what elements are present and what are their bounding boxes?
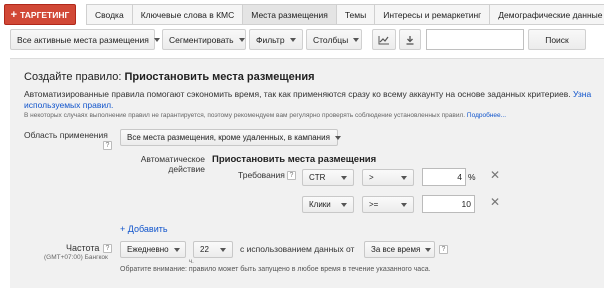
condition-1-operator-dropdown[interactable]: >: [362, 169, 414, 186]
rule-description: Автоматизированные правила помогают сэко…: [24, 89, 604, 111]
search-button[interactable]: Поиск: [528, 29, 586, 50]
learn-more-link[interactable]: Узна: [573, 89, 591, 99]
data-range-dropdown[interactable]: За все время: [364, 241, 435, 258]
action-label-line1: Автоматическое: [140, 154, 205, 164]
download-icon: [406, 35, 414, 45]
chevron-down-icon: [401, 175, 407, 180]
help-icon[interactable]: ?: [287, 171, 296, 180]
data-range-label: с использованием данных от: [240, 244, 355, 254]
condition-1-metric: CTR: [309, 173, 326, 182]
chevron-down-icon: [173, 247, 180, 252]
segment-dropdown[interactable]: Сегментировать: [162, 29, 246, 50]
chevron-down-icon: [289, 37, 296, 42]
chevron-down-icon: [220, 247, 226, 252]
condition-2-value-input[interactable]: 10: [422, 195, 475, 213]
frequency-value: Ежедневно: [127, 245, 169, 254]
remove-condition-1-icon[interactable]: ✕: [490, 168, 500, 182]
filter-label: Фильтр: [256, 34, 285, 45]
tab-bar: Сводка Ключевые слова в КМС Места размещ…: [86, 4, 604, 25]
chevron-down-icon: [334, 135, 341, 140]
targeting-button[interactable]: + ТАРГЕТИНГ: [4, 4, 76, 25]
rule-title: Создайте правило: Приостановить места ра…: [24, 71, 315, 83]
scope-dropdown[interactable]: Все места размещения, кроме удаленных, в…: [120, 129, 341, 146]
plus-icon: +: [10, 8, 18, 21]
frequency-note: Обратите внимание: правило может быть за…: [120, 266, 431, 273]
condition-1-operator: >: [369, 173, 374, 182]
filter-dropdown[interactable]: Фильтр: [249, 29, 303, 50]
tab-keywords-kms[interactable]: Ключевые слова в КМС: [132, 4, 244, 25]
columns-label: Столбцы: [313, 34, 349, 45]
hour-dropdown[interactable]: 22: [193, 241, 233, 258]
data-range-value: За все время: [371, 245, 421, 254]
chevron-down-icon: [341, 202, 347, 207]
segment-label: Сегментировать: [169, 34, 234, 45]
tab-demographics[interactable]: Демографические данные: [490, 4, 604, 25]
frequency-dropdown[interactable]: Ежедневно: [120, 241, 186, 258]
columns-dropdown[interactable]: Столбцы: [306, 29, 362, 50]
frequency-label: Частота: [66, 243, 100, 253]
condition-2-metric: Клики: [309, 200, 331, 209]
requirements-label: Требования: [238, 170, 285, 180]
scope-value: Все места размещения, кроме удаленных, в…: [127, 133, 330, 142]
line-chart-icon: [378, 35, 389, 44]
action-label-line2: действие: [168, 164, 205, 174]
condition-2-operator-dropdown[interactable]: >=: [362, 196, 414, 213]
scope-label: Область применения: [24, 130, 108, 140]
tab-summary[interactable]: Сводка: [86, 4, 133, 25]
search-input[interactable]: [426, 29, 524, 50]
condition-1-value-input[interactable]: 4: [422, 168, 466, 186]
rule-title-prefix: Создайте правило:: [24, 71, 125, 83]
remove-condition-2-icon[interactable]: ✕: [490, 195, 500, 209]
help-icon[interactable]: ?: [103, 244, 112, 253]
more-details-link[interactable]: Подробнее...: [467, 112, 506, 119]
add-condition-link[interactable]: + Добавить: [120, 224, 168, 234]
rule-description-text: Автоматизированные правила помогают сэко…: [24, 89, 571, 99]
action-value: Приостановить места размещения: [212, 154, 377, 165]
chevron-down-icon: [341, 175, 347, 180]
used-rules-link[interactable]: используемых правил.: [24, 100, 113, 110]
placements-filter-label: Все активные места размещения: [17, 34, 149, 45]
condition-1-unit: %: [468, 172, 476, 182]
timezone-label: (GMT+07:00) Бангкок: [44, 254, 108, 261]
chart-button[interactable]: [372, 29, 396, 50]
tab-topics[interactable]: Темы: [336, 4, 376, 25]
chevron-down-icon: [238, 37, 245, 42]
tab-placements[interactable]: Места размещения: [243, 4, 337, 25]
action-label: Автоматическое действие: [137, 154, 205, 174]
hour-suffix: ч.: [189, 259, 194, 265]
rule-note: В некоторых случаях выполнение правил не…: [24, 112, 506, 119]
chevron-down-icon: [425, 247, 432, 252]
placements-filter-dropdown[interactable]: Все активные места размещения: [10, 29, 160, 50]
hour-value: 22: [200, 245, 209, 254]
condition-1-metric-dropdown[interactable]: CTR: [302, 169, 354, 186]
download-button[interactable]: [399, 29, 421, 50]
chevron-down-icon: [401, 202, 407, 207]
rule-title-action: Приостановить места размещения: [124, 71, 315, 83]
help-icon[interactable]: ?: [103, 141, 112, 150]
targeting-button-label: ТАРГЕТИНГ: [20, 9, 70, 20]
chevron-down-icon: [353, 37, 360, 42]
condition-2-metric-dropdown[interactable]: Клики: [302, 196, 354, 213]
condition-2-operator: >=: [369, 200, 379, 209]
chevron-down-icon: [153, 37, 160, 42]
rule-note-text: В некоторых случаях выполнение правил не…: [24, 112, 466, 119]
tab-interests-remarketing[interactable]: Интересы и ремаркетинг: [375, 4, 491, 25]
help-icon[interactable]: ?: [439, 245, 448, 254]
